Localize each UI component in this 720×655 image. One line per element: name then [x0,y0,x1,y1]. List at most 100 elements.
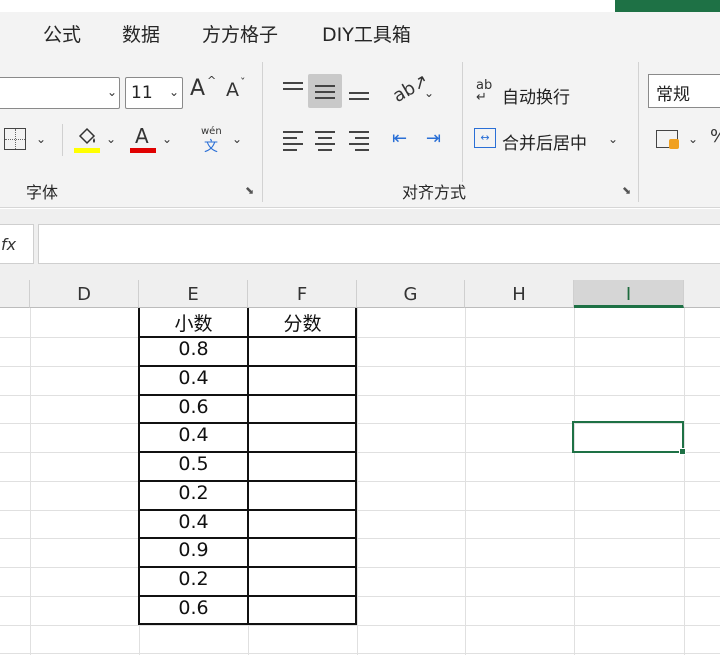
font-dialog-launcher-icon[interactable]: ⬊ [245,184,254,197]
tab-ffgz[interactable]: 方方格子 [202,20,278,47]
chevron-down-icon[interactable]: ⌄ [608,132,618,146]
table-border [138,422,357,424]
tab-formulas[interactable]: 公式 [43,20,81,47]
wrap-text-icon: ab ↵ [476,78,493,105]
divider [62,124,63,156]
chevron-down-icon[interactable]: ⌄ [36,132,46,146]
table-border [138,365,357,367]
decimal-cell[interactable]: 0.2 [139,482,248,504]
font-size-value: 11 [131,83,153,103]
gridline [0,337,720,338]
sheet-grid: D E F G H I [0,280,720,655]
align-right-icon[interactable] [346,129,372,153]
group-font-label: 字体 [26,183,59,202]
decimal-cell[interactable]: 0.6 [139,396,248,418]
gridline [0,395,720,396]
group-align-label: 对齐方式 [402,183,467,202]
fill-color-button[interactable] [74,126,100,154]
menu-bar: 公式 数据 方方格子 DIY工具箱 [0,0,720,62]
gridline [0,538,720,539]
font-color-icon: A [135,124,149,148]
tab-diy-toolbox[interactable]: DIY工具箱 [322,20,411,47]
phonetic-button[interactable]: wén 文 [198,126,228,156]
table-border [138,394,357,396]
font-color-swatch [130,148,156,153]
decimal-cell[interactable]: 0.4 [139,511,248,533]
column-header-f[interactable]: F [248,280,357,308]
increase-indent-icon[interactable]: ⇥ [426,128,441,149]
decimal-cell[interactable]: 0.8 [139,338,248,360]
decimal-cell[interactable]: 0.4 [139,424,248,446]
phonetic-char: 文 [204,139,218,155]
formula-bar: fx [0,209,720,280]
decimal-cell[interactable]: 0.6 [139,597,248,619]
align-center-icon[interactable] [312,129,338,153]
accounting-format-icon[interactable] [656,130,679,149]
table-border [138,509,357,511]
paint-bucket-icon [78,127,96,145]
coin-icon [669,139,679,149]
number-format-select[interactable]: 常规 [648,74,720,108]
chevron-down-icon: ⌄ [169,85,180,99]
decimal-cell[interactable]: 0.5 [139,453,248,475]
header-cell-fraction[interactable]: 分数 [248,309,357,336]
column-header-h[interactable]: H [465,280,574,308]
table-border [355,308,357,625]
wrap-text-label: 自动换行 [502,88,570,108]
decrease-indent-icon[interactable]: ⇤ [392,128,407,149]
gridline [0,625,720,626]
table-border [138,537,357,539]
table-border [138,336,357,338]
font-size-select[interactable]: 11 ⌄ [125,77,183,109]
table-border [138,451,357,453]
tab-data[interactable]: 数据 [122,20,160,47]
font-name-select[interactable]: ⌄ [0,77,120,109]
align-dialog-launcher-icon[interactable]: ⬊ [622,184,631,197]
align-top-icon[interactable] [280,80,306,104]
column-header-e[interactable]: E [139,280,248,308]
table-border [138,623,357,625]
insert-function-button[interactable]: fx [0,224,34,264]
fill-color-swatch [74,148,100,153]
font-color-button[interactable]: A [130,124,156,154]
gridline [0,481,720,482]
number-format-value: 常规 [656,85,690,105]
title-accent [615,0,720,12]
align-left-icon[interactable] [280,129,306,153]
group-separator [638,62,639,202]
column-header-g[interactable]: G [357,280,465,308]
gridline [0,510,720,511]
header-cell-decimal[interactable]: 小数 [139,309,248,336]
chevron-down-icon[interactable]: ⌄ [106,132,116,146]
merge-cells-icon: ↔ [474,128,496,148]
gridline [0,653,720,654]
decimal-cell[interactable]: 0.9 [139,539,248,561]
chevron-down-icon[interactable]: ⌄ [232,132,242,146]
gridline [0,366,720,367]
percent-icon[interactable]: % [710,126,720,147]
align-bottom-icon[interactable] [346,80,372,104]
fx-icon: fx [1,235,17,254]
decimal-cell[interactable]: 0.2 [139,568,248,590]
caret-down-icon: ˇ [240,76,246,89]
chevron-down-icon[interactable]: ⌄ [688,132,698,146]
group-separator [262,62,263,202]
chevron-down-icon[interactable]: ⌄ [162,132,172,146]
fill-handle[interactable] [679,448,686,455]
chevron-down-icon[interactable]: ⌄ [424,86,434,100]
formula-input[interactable] [38,224,720,264]
gridline [0,596,720,597]
column-header-c[interactable] [0,280,30,308]
column-header-i[interactable]: I [574,280,684,308]
gridline [0,567,720,568]
shrink-font-icon: A [226,79,239,101]
column-header-d[interactable]: D [30,280,139,308]
decimal-cell[interactable]: 0.4 [139,367,248,389]
borders-button[interactable] [4,128,26,150]
merge-center-label: 合并后居中 [502,134,587,154]
active-cell[interactable] [572,421,684,453]
table-border [138,480,357,482]
caret-up-icon: ^ [207,74,217,87]
align-middle-icon[interactable] [312,80,338,104]
column-header-j[interactable] [684,280,720,308]
